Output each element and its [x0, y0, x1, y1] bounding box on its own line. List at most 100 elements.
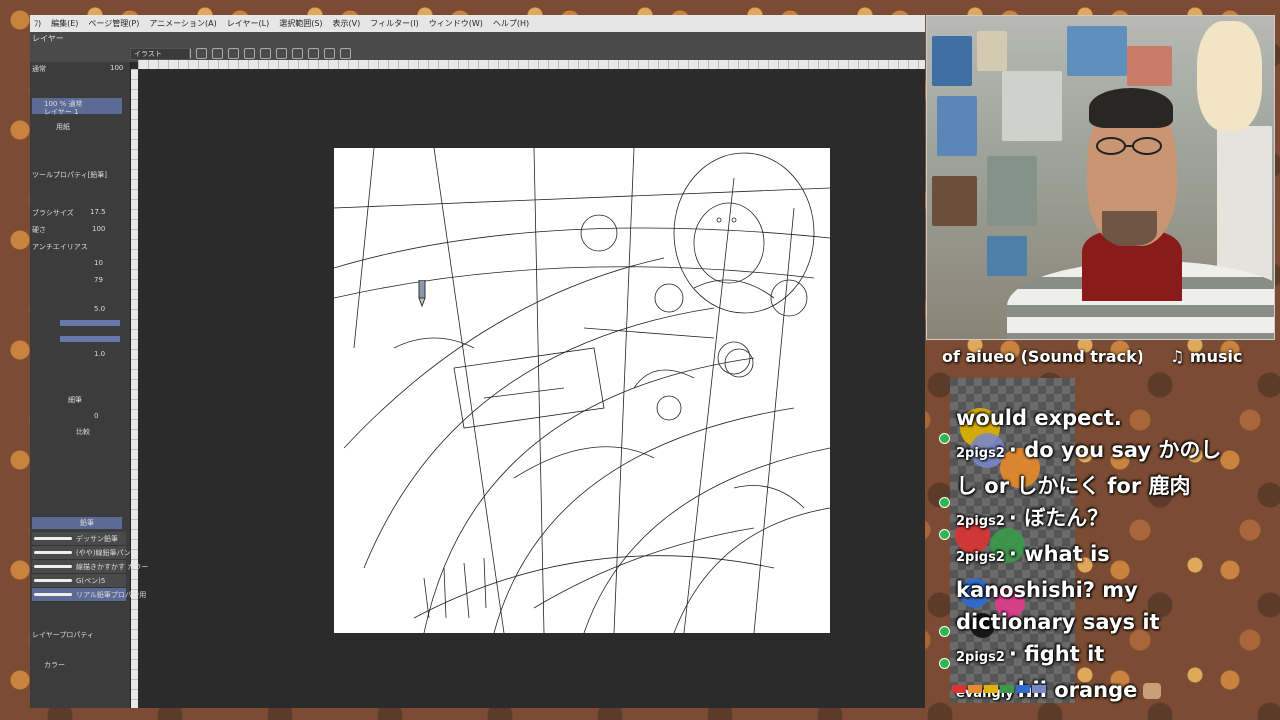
brush-size-value[interactable]: 17.5 [90, 208, 106, 216]
now-playing-title: of aiueo (Sound track) [942, 347, 1142, 366]
wall-poster [987, 236, 1027, 276]
brush-stroke-preview [34, 579, 72, 582]
setting-slider-2[interactable] [60, 336, 120, 342]
user-badge-icon [939, 529, 950, 540]
chat-username: 2pigs2 [956, 446, 1005, 461]
wall-poster [932, 36, 972, 86]
compare-select[interactable]: 比較 [76, 427, 90, 437]
wall-poster [932, 176, 977, 226]
menu-window[interactable]: ウィンドウ(W) [429, 18, 483, 29]
pen-icon[interactable] [308, 48, 319, 59]
wall-poster [977, 31, 1007, 71]
menu-selection[interactable]: 選択範囲(S) [279, 18, 322, 29]
value-10[interactable]: 10 [94, 259, 103, 267]
chat-text: fight it [1024, 642, 1105, 666]
document-tab[interactable]: イラスト [130, 48, 190, 60]
value-1[interactable]: 1.0 [94, 350, 105, 358]
hair [1089, 88, 1173, 128]
palette-swatch[interactable] [984, 685, 998, 693]
subtool-tab[interactable] [32, 517, 122, 529]
color-select[interactable]: カラー [44, 660, 65, 670]
horizontal-ruler [138, 60, 925, 69]
chat-text: do you say かのし [1024, 438, 1222, 462]
menu-file[interactable]: ﾌ) [34, 18, 41, 29]
chat-text: ぼたん？ [1024, 506, 1109, 530]
chat-text: what is [1024, 542, 1110, 566]
palette-swatch[interactable] [968, 685, 982, 693]
menu-filter[interactable]: フィルター(I) [370, 18, 418, 29]
chat-text: dictionary says it [956, 610, 1160, 634]
thin-brush-button[interactable]: 細筆 [68, 395, 82, 405]
webcam-feed [926, 15, 1275, 340]
drawing-canvas[interactable] [334, 148, 830, 633]
chat-text: し or しかにく for 鹿肉 [956, 474, 1191, 498]
help-icon[interactable] [340, 48, 351, 59]
brush-item[interactable]: (やや)線鉛筆パン [32, 546, 131, 560]
chat-username: 2pigs2 [956, 514, 1005, 529]
chat-username: 2pigs2 [956, 550, 1005, 565]
crop-icon[interactable] [276, 48, 287, 59]
brush-item-selected[interactable]: リアル鉛筆プロパン用 [32, 588, 146, 602]
chat-text: kanoshishi? my [956, 578, 1138, 602]
menu-help[interactable]: ヘルプ(H) [493, 18, 529, 29]
brush-item[interactable]: G(ペン)5 [32, 574, 126, 588]
blend-mode-select[interactable]: 通常 [32, 64, 46, 74]
opacity-value: 100 [110, 64, 124, 72]
brush-size-label: ブラシサイズ [32, 209, 74, 217]
plush-toy [1197, 21, 1262, 131]
menu-animation[interactable]: アニメーション(A) [149, 18, 216, 29]
redo-icon[interactable] [212, 48, 223, 59]
chat-message: 2pigs2 · ぼたん？ [956, 502, 1241, 538]
user-badge-icon [939, 497, 950, 508]
chat-message: 2pigs2 · fight it [956, 638, 1241, 674]
menu-page[interactable]: ページ管理(P) [88, 18, 139, 29]
loading-icon[interactable] [228, 48, 239, 59]
menu-bar: ﾌ) 編集(E) ページ管理(P) アニメーション(A) レイヤー(L) 選択範… [30, 15, 925, 32]
chat-message: kanoshishi? my [956, 574, 1241, 606]
chat-separator: · [1008, 506, 1025, 530]
user-badge-icon [939, 658, 950, 669]
wall-poster [1002, 71, 1062, 141]
layer-name: レイヤー 1 [44, 108, 79, 116]
left-panel: 通常 100 100 % 通常 レイヤー 1 用紙 ツールプロパティ[鉛筆] ブ… [30, 62, 148, 708]
menu-edit[interactable]: 編集(E) [51, 18, 78, 29]
chat-separator: · [1008, 438, 1025, 462]
undo-icon[interactable] [196, 48, 207, 59]
paint-app-window: ﾌ) 編集(E) ページ管理(P) アニメーション(A) レイヤー(L) 選択範… [30, 15, 925, 708]
pencil-cursor-icon [418, 280, 426, 308]
value-0[interactable]: 0 [94, 412, 98, 420]
palette-swatch[interactable] [1016, 685, 1030, 693]
transform-icon[interactable] [260, 48, 271, 59]
density-value[interactable]: 100 [92, 225, 105, 233]
ruler-icon[interactable] [324, 48, 335, 59]
chat-overlay: would expect. 2pigs2 · do you say かのし し o… [956, 402, 1241, 710]
wall-poster [987, 156, 1037, 226]
fill-icon[interactable] [244, 48, 255, 59]
brush-label: リアル鉛筆プロパン用 [76, 591, 147, 599]
palette-swatch[interactable] [1000, 685, 1014, 693]
brush-label: 線描きかすかす カラー [76, 563, 149, 571]
setting-slider[interactable] [60, 320, 120, 326]
color-palette [952, 685, 1046, 693]
clear-icon[interactable] [292, 48, 303, 59]
value-79[interactable]: 79 [94, 276, 103, 284]
sketch-drawing [334, 148, 830, 633]
beard [1102, 211, 1157, 246]
paper-layer-label[interactable]: 用紙 [56, 122, 70, 132]
glasses-icon [1096, 137, 1162, 155]
density-label: 硬さ [32, 226, 46, 234]
chat-separator: · [1008, 542, 1025, 566]
antialias-label: アンチエイリアス [32, 243, 88, 251]
user-badge-icon [939, 626, 950, 637]
menu-view[interactable]: 表示(V) [333, 18, 361, 29]
brush-item[interactable]: デッサン鉛筆 [32, 532, 126, 546]
brush-label: (やや)線鉛筆パン [76, 549, 131, 557]
value-5[interactable]: 5.0 [94, 305, 105, 313]
brush-item[interactable]: 線描きかすかす カラー [32, 560, 148, 574]
layer-panel-tab[interactable]: レイヤー [32, 33, 64, 44]
brush-label: デッサン鉛筆 [76, 535, 118, 543]
menu-layer[interactable]: レイヤー(L) [227, 18, 269, 29]
wall-poster [1067, 26, 1127, 76]
palette-swatch[interactable] [1032, 685, 1046, 693]
palette-swatch[interactable] [952, 685, 966, 693]
